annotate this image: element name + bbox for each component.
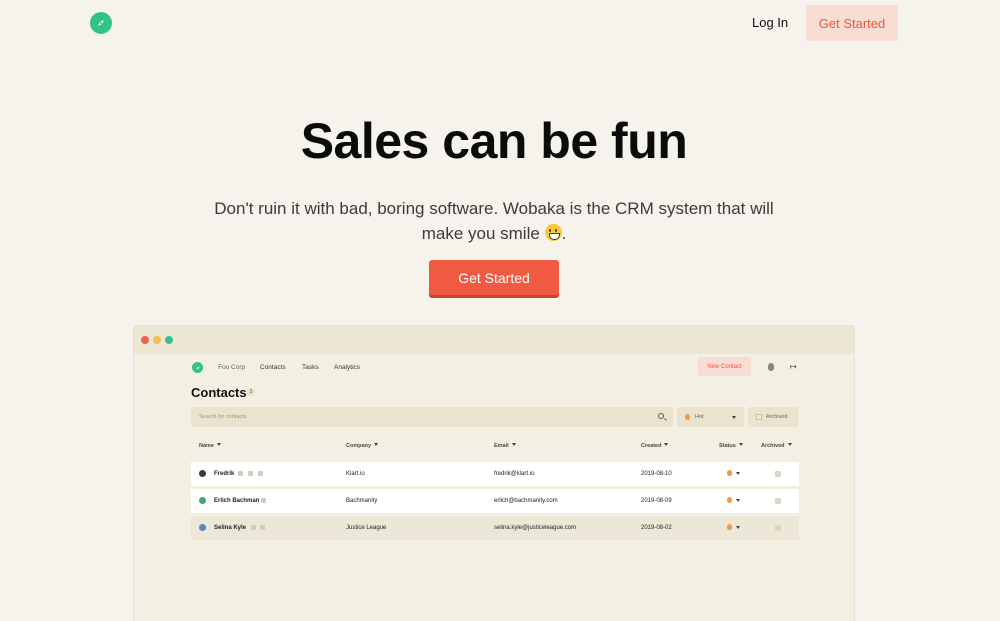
close-dot-icon bbox=[141, 336, 149, 344]
hand-icon bbox=[238, 471, 243, 476]
top-navigation: Log In Get Started bbox=[0, 0, 1000, 48]
chevron-down-icon bbox=[511, 443, 516, 446]
hero-subtitle-end: . bbox=[561, 224, 567, 243]
flame-icon[interactable] bbox=[727, 470, 732, 476]
contact-created: 2019-08-09 bbox=[641, 498, 672, 504]
nav-org[interactable]: Foo Corp bbox=[218, 364, 245, 371]
archived-filter-toggle[interactable]: Archived bbox=[748, 407, 798, 427]
login-link[interactable]: Log In bbox=[752, 15, 788, 30]
chevron-down-icon[interactable] bbox=[736, 499, 740, 502]
contact-company: Klart.io bbox=[346, 471, 365, 477]
contact-company: Bachmanity bbox=[346, 498, 378, 504]
hero-title: Sales can be fun bbox=[300, 113, 688, 169]
search-placeholder: Search for contacts bbox=[199, 414, 247, 420]
nav-contacts[interactable]: Contacts bbox=[260, 364, 286, 371]
window-titlebar bbox=[134, 326, 854, 354]
column-header-archived[interactable]: Archived bbox=[761, 443, 792, 449]
table-row[interactable]: Erlich Bachman Bachmanity erlich@bachman… bbox=[191, 489, 799, 513]
avatar bbox=[199, 497, 206, 504]
get-started-button[interactable]: Get Started bbox=[806, 5, 898, 41]
contact-email[interactable]: selina.kyle@justiceleague.com bbox=[494, 525, 576, 531]
column-header-status[interactable]: Status bbox=[719, 443, 743, 449]
search-input[interactable]: Search for contacts bbox=[191, 407, 673, 427]
contact-name[interactable]: Erlich Bachman bbox=[214, 498, 259, 504]
compass-icon[interactable] bbox=[90, 12, 112, 34]
column-header-label: Archived bbox=[761, 443, 785, 449]
hero-subtitle: Don't ruin it with bad, boring software.… bbox=[200, 196, 788, 246]
hero-get-started-button[interactable]: Get Started bbox=[429, 260, 559, 295]
pencil-icon bbox=[251, 525, 256, 530]
note-icon bbox=[258, 471, 263, 476]
archive-checkbox[interactable] bbox=[775, 498, 781, 504]
column-header-created[interactable]: Created bbox=[641, 443, 669, 449]
flame-icon[interactable] bbox=[727, 524, 732, 530]
contact-name[interactable]: Fredrik bbox=[214, 471, 234, 477]
microphone-icon[interactable] bbox=[768, 363, 774, 371]
grinning-face-icon bbox=[544, 224, 562, 241]
note-icon bbox=[260, 525, 265, 530]
compass-icon[interactable] bbox=[192, 362, 203, 373]
column-header-label: Created bbox=[641, 443, 662, 449]
column-header-company[interactable]: Company bbox=[346, 443, 379, 449]
pencil-icon bbox=[248, 471, 253, 476]
checkbox-icon[interactable] bbox=[756, 414, 762, 420]
status-filter-select[interactable]: Hot bbox=[677, 407, 744, 427]
table-row[interactable]: Fredrik Klart.io fredrik@klart.io 2019-0… bbox=[191, 462, 799, 486]
contact-name[interactable]: Selina Kyle bbox=[214, 525, 246, 531]
logout-icon[interactable]: ↦ bbox=[790, 362, 797, 371]
contact-email[interactable]: erlich@bachmanity.com bbox=[494, 498, 558, 504]
flame-icon[interactable] bbox=[727, 497, 732, 503]
chevron-down-icon bbox=[664, 443, 669, 446]
chevron-down-icon bbox=[738, 443, 743, 446]
minimize-dot-icon bbox=[153, 336, 161, 344]
page-title: Contacts bbox=[191, 385, 247, 400]
crm-app: Foo Corp Contacts Tasks Analytics New Co… bbox=[191, 354, 799, 621]
status-filter-label: Hot bbox=[695, 414, 704, 420]
count-badge: 3 bbox=[247, 388, 255, 396]
contact-created: 2019-08-02 bbox=[641, 525, 672, 531]
column-header-label: Email bbox=[494, 443, 509, 449]
chevron-down-icon bbox=[787, 443, 792, 446]
nav-analytics[interactable]: Analytics bbox=[334, 364, 360, 371]
column-header-email[interactable]: Email bbox=[494, 443, 516, 449]
contact-company: Justice League bbox=[346, 525, 387, 531]
table-row[interactable]: Selina Kyle Justice League selina.kyle@j… bbox=[191, 516, 799, 540]
flame-icon bbox=[685, 414, 690, 420]
column-header-label: Company bbox=[346, 443, 372, 449]
archived-filter-label: Archived bbox=[766, 414, 788, 420]
chevron-down-icon bbox=[732, 416, 736, 419]
chevron-down-icon bbox=[374, 443, 379, 446]
new-contact-button[interactable]: New Contact bbox=[698, 357, 751, 376]
contact-created: 2019-08-10 bbox=[641, 471, 672, 477]
column-header-label: Name bbox=[199, 443, 214, 449]
app-preview-window: Foo Corp Contacts Tasks Analytics New Co… bbox=[133, 325, 855, 621]
contact-email[interactable]: fredrik@klart.io bbox=[494, 471, 534, 477]
chevron-down-icon[interactable] bbox=[736, 472, 740, 475]
chevron-down-icon[interactable] bbox=[736, 526, 740, 529]
avatar bbox=[199, 524, 206, 531]
archive-checkbox[interactable] bbox=[775, 525, 781, 531]
chevron-down-icon bbox=[216, 443, 221, 446]
column-header-label: Status bbox=[719, 443, 736, 449]
column-header-name[interactable]: Name bbox=[199, 443, 221, 449]
avatar bbox=[199, 470, 206, 477]
search-icon[interactable] bbox=[658, 413, 664, 419]
note-icon bbox=[261, 498, 266, 503]
nav-tasks[interactable]: Tasks bbox=[302, 364, 319, 371]
archive-checkbox[interactable] bbox=[775, 471, 781, 477]
maximize-dot-icon bbox=[165, 336, 173, 344]
hero-subtitle-text: Don't ruin it with bad, boring software.… bbox=[214, 199, 774, 243]
